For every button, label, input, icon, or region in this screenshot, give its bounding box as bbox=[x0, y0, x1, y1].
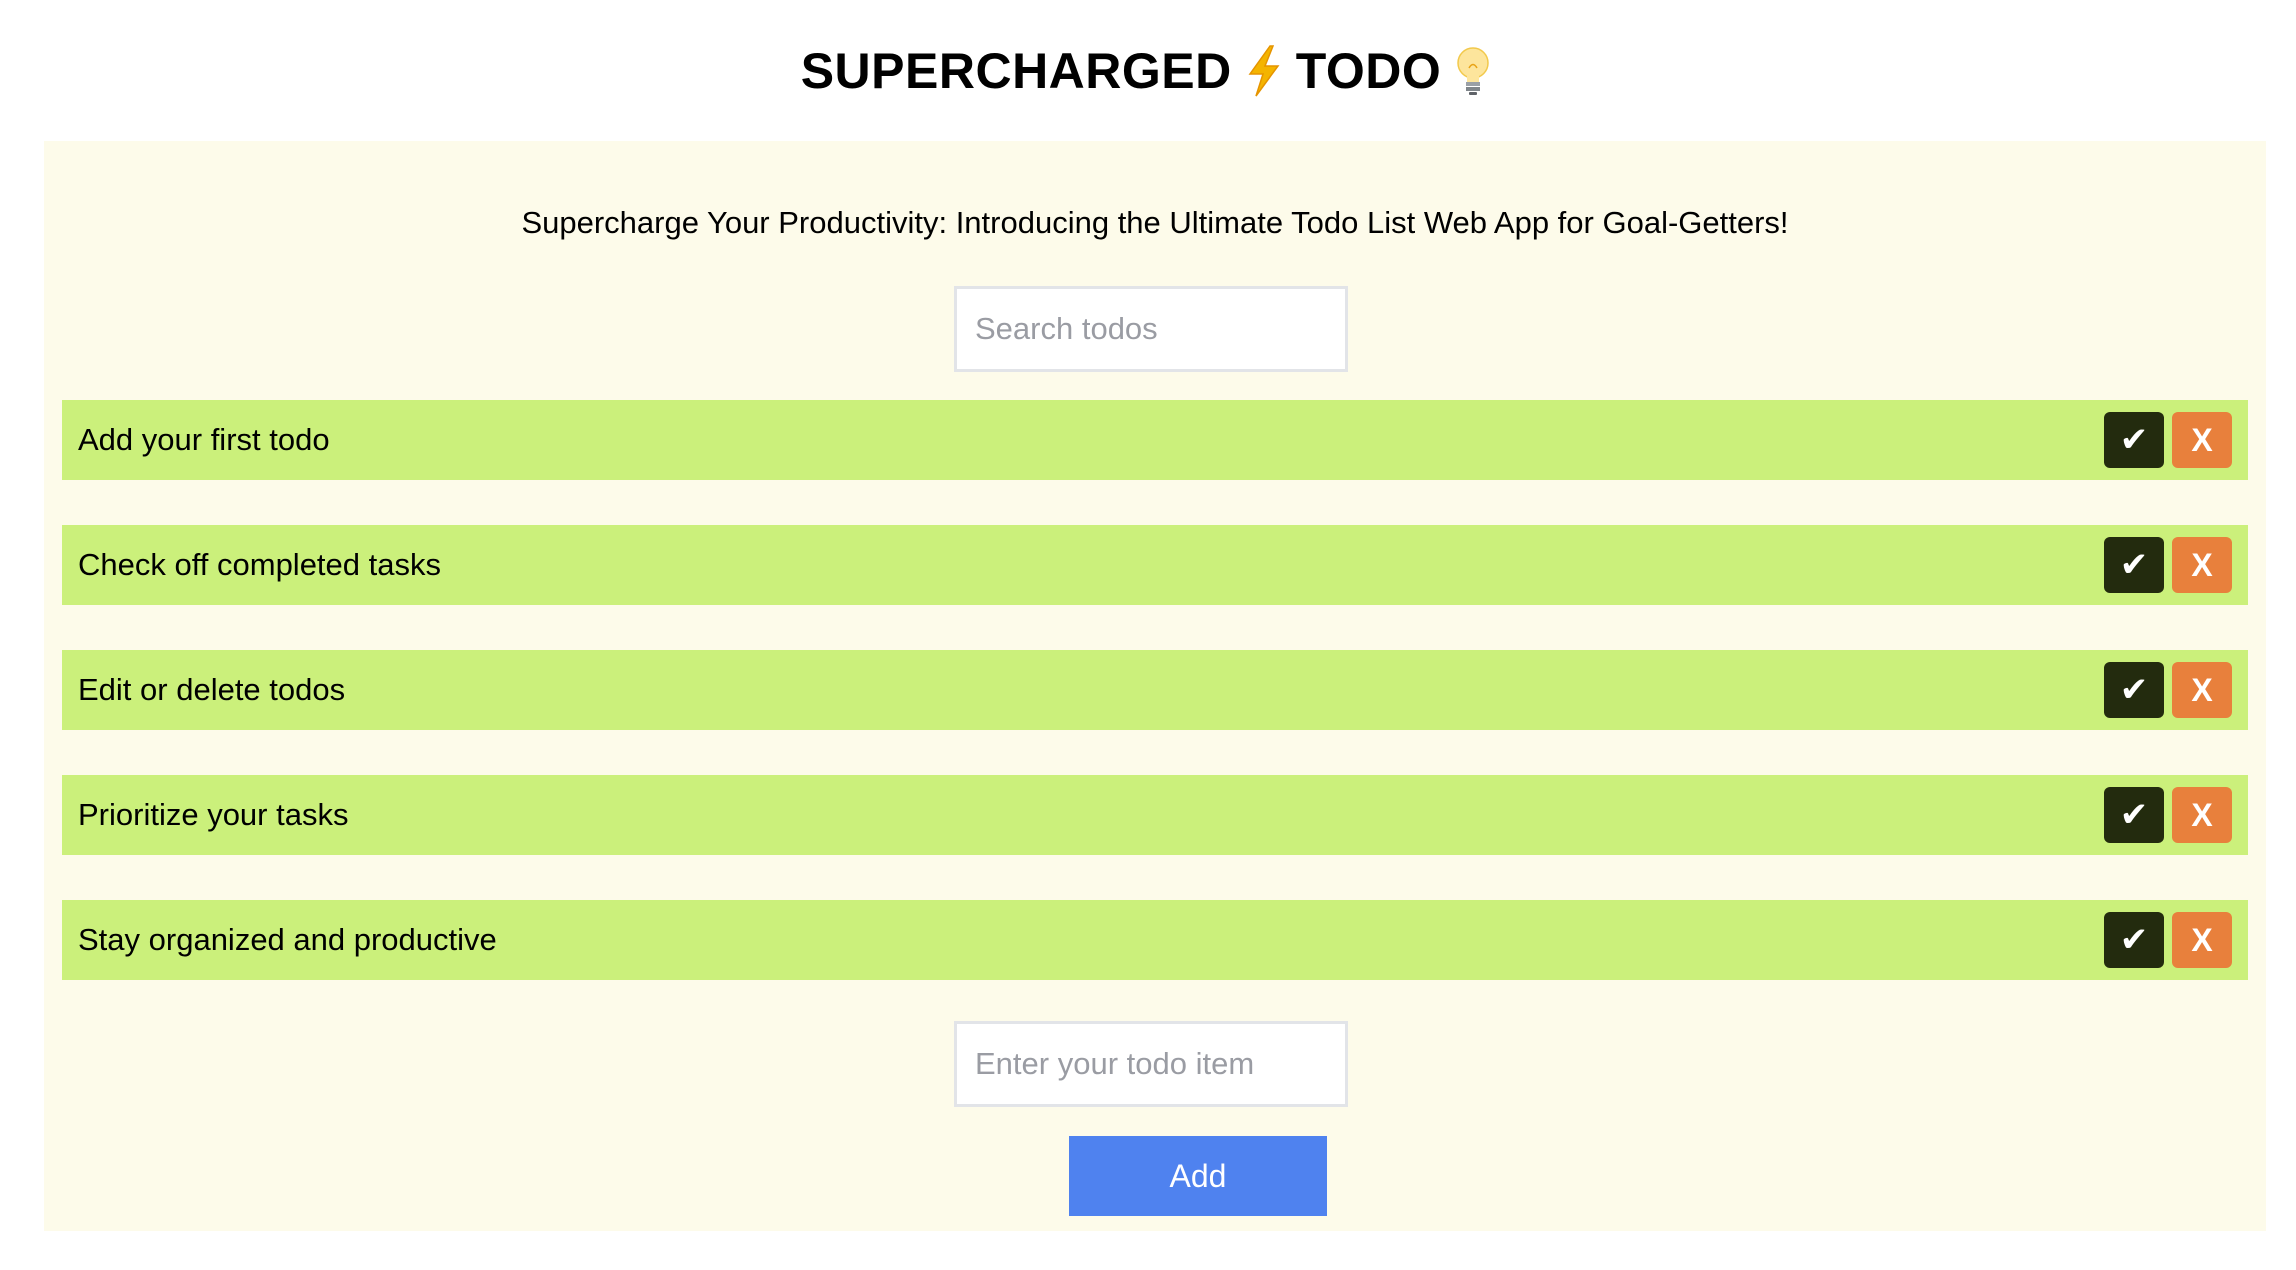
complete-button[interactable]: ✔ bbox=[2104, 537, 2164, 593]
delete-button[interactable]: X bbox=[2172, 412, 2232, 468]
todo-text: Prioritize your tasks bbox=[78, 797, 349, 832]
light-bulb-icon bbox=[1451, 44, 1495, 98]
todo-actions: ✔ X bbox=[2104, 662, 2232, 718]
complete-button[interactable]: ✔ bbox=[2104, 412, 2164, 468]
add-button[interactable]: Add bbox=[1069, 1136, 1327, 1216]
lightning-icon bbox=[1242, 44, 1286, 98]
todo-item: Check off completed tasks ✔ X bbox=[62, 525, 2248, 605]
todo-text: Edit or delete todos bbox=[78, 672, 346, 707]
todo-item: Add your first todo ✔ X bbox=[62, 400, 2248, 480]
delete-button[interactable]: X bbox=[2172, 912, 2232, 968]
complete-button[interactable]: ✔ bbox=[2104, 787, 2164, 843]
todo-panel: Supercharge Your Productivity: Introduci… bbox=[44, 141, 2266, 1231]
app-page: SUPERCHARGED TODO Supercharge Your Produ… bbox=[0, 0, 2296, 1270]
title-supercharged: SUPERCHARGED bbox=[800, 43, 1232, 99]
todo-item: Prioritize your tasks ✔ X bbox=[62, 775, 2248, 855]
todo-actions: ✔ X bbox=[2104, 412, 2232, 468]
todo-actions: ✔ X bbox=[2104, 912, 2232, 968]
new-todo-input[interactable] bbox=[954, 1021, 1348, 1107]
delete-button[interactable]: X bbox=[2172, 787, 2232, 843]
todo-actions: ✔ X bbox=[2104, 787, 2232, 843]
todo-text: Add your first todo bbox=[78, 422, 330, 457]
todo-item: Edit or delete todos ✔ X bbox=[62, 650, 2248, 730]
todo-list: Add your first todo ✔ X Check off comple… bbox=[62, 400, 2248, 1025]
search-input[interactable] bbox=[954, 286, 1348, 372]
todo-item: Stay organized and productive ✔ X bbox=[62, 900, 2248, 980]
complete-button[interactable]: ✔ bbox=[2104, 662, 2164, 718]
title-todo: TODO bbox=[1295, 43, 1442, 99]
delete-button[interactable]: X bbox=[2172, 537, 2232, 593]
todo-text: Check off completed tasks bbox=[78, 547, 441, 582]
delete-button[interactable]: X bbox=[2172, 662, 2232, 718]
todo-actions: ✔ X bbox=[2104, 537, 2232, 593]
tagline: Supercharge Your Productivity: Introduci… bbox=[521, 205, 1789, 240]
complete-button[interactable]: ✔ bbox=[2104, 912, 2164, 968]
app-header: SUPERCHARGED TODO bbox=[0, 36, 2296, 106]
todo-text: Stay organized and productive bbox=[78, 922, 497, 957]
